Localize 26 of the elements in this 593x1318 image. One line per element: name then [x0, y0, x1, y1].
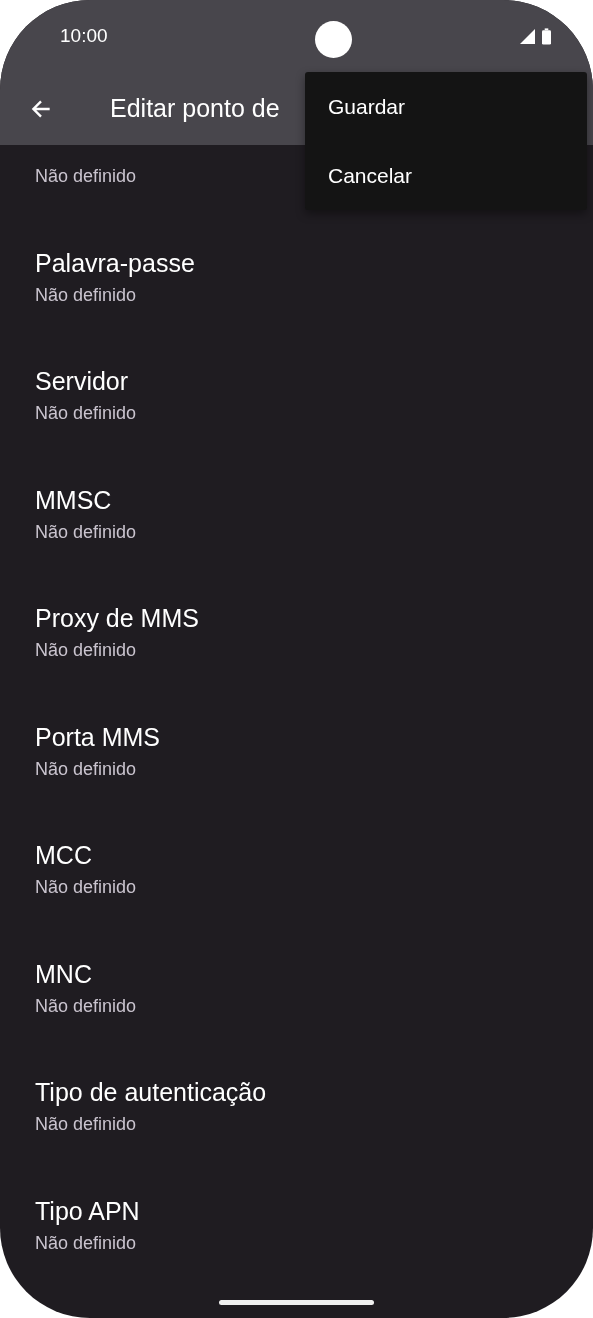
setting-value: Não definido	[35, 402, 137, 425]
setting-value: Não definido	[35, 994, 137, 1018]
setting-title[interactable]: MMSC	[35, 484, 112, 515]
setting-title[interactable]: MNC	[35, 958, 92, 989]
signal-icon	[520, 28, 535, 44]
setting-value: Não definido	[35, 757, 137, 781]
setting-title[interactable]: MCC	[35, 840, 92, 870]
battery-icon	[542, 27, 551, 45]
setting-value: Não definido	[35, 1113, 137, 1136]
camera-hole	[315, 20, 353, 58]
setting-value: Não definido	[35, 283, 137, 307]
setting-title[interactable]: Tipo APN	[35, 1195, 140, 1226]
setting-title[interactable]: Porta MMS	[35, 721, 161, 752]
setting-title[interactable]: Tipo de autenticação	[35, 1077, 267, 1107]
menu-item[interactable]: Cancelar	[305, 141, 587, 210]
status-time: 10:00	[60, 25, 108, 47]
screen-title: Editar ponto de	[110, 94, 280, 123]
setting-value: Não definido	[35, 1231, 137, 1255]
setting-title[interactable]: Proxy de MMS	[35, 603, 199, 633]
setting-value: Não definido	[35, 639, 137, 662]
setting-title[interactable]: Servidor	[35, 366, 129, 396]
menu-item[interactable]: Guardar	[305, 72, 587, 141]
setting-value: Não definido	[35, 165, 137, 188]
setting-value: Não definido	[35, 520, 137, 544]
setting-title[interactable]: Palavra-passe	[35, 247, 195, 278]
setting-value: Não definido	[35, 876, 137, 899]
